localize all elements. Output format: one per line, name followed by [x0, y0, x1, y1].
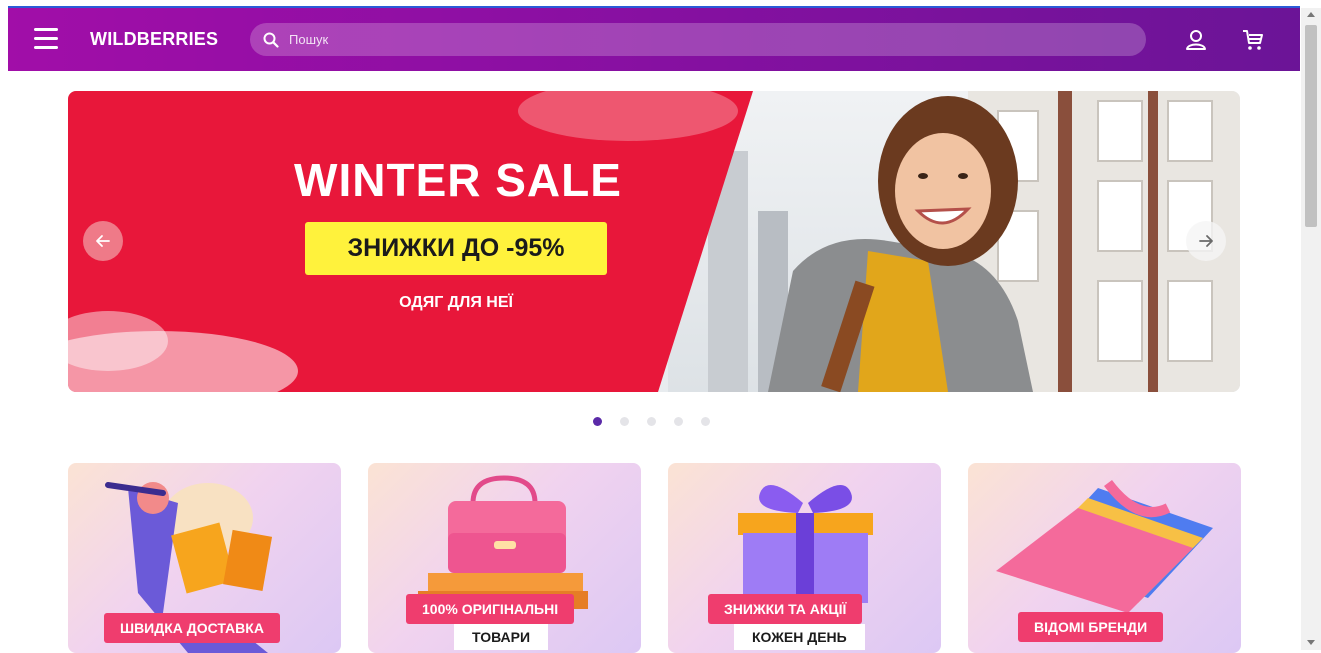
- promo-label: ВІДОМІ БРЕНДИ: [1018, 612, 1164, 642]
- menu-icon[interactable]: [34, 28, 58, 50]
- scroll-up-icon[interactable]: [1307, 12, 1315, 17]
- site-logo[interactable]: WILDBERRIES: [90, 29, 218, 50]
- carousel-dot[interactable]: [593, 417, 602, 426]
- promo-card-discounts[interactable]: ЗНИЖКИ ТА АКЦІЇ КОЖЕН ДЕНЬ: [668, 463, 941, 653]
- banner-next-button[interactable]: [1186, 221, 1226, 261]
- promo-label: 100% ОРИГІНАЛЬНІ: [406, 594, 575, 624]
- search-bar[interactable]: [250, 23, 1146, 56]
- scroll-thumb[interactable]: [1305, 25, 1317, 227]
- carousel-dot[interactable]: [701, 417, 710, 426]
- banner-title: WINTER SALE: [294, 154, 622, 206]
- banner-discount-badge: ЗНИЖКИ ДО -95%: [305, 222, 607, 275]
- top-border: [0, 0, 1321, 8]
- hero-banner[interactable]: WINTER SALE ЗНИЖКИ ДО -95% ОДЯГ ДЛЯ НЕЇ: [68, 91, 1240, 392]
- arrow-left-icon: [96, 235, 110, 247]
- search-input[interactable]: [287, 31, 1131, 48]
- promo-label-secondary: КОЖЕН ДЕНЬ: [734, 624, 865, 650]
- promo-card-fast-delivery[interactable]: ШВИДКА ДОСТАВКА: [68, 463, 341, 653]
- scroll-down-icon[interactable]: [1307, 640, 1315, 645]
- user-icon[interactable]: [1184, 28, 1208, 52]
- carousel-dots: [593, 417, 728, 426]
- carousel-dot[interactable]: [674, 417, 683, 426]
- promo-label: ЗНИЖКИ ТА АКЦІЇ: [708, 594, 863, 624]
- banner-prev-button[interactable]: [83, 221, 123, 261]
- cart-icon[interactable]: [1241, 28, 1265, 52]
- promo-label-secondary: ТОВАРИ: [454, 624, 549, 650]
- banner-illustration: [68, 91, 1240, 392]
- arrow-right-icon: [1199, 235, 1213, 247]
- promo-card-original-goods[interactable]: 100% ОРИГІНАЛЬНІ ТОВАРИ: [368, 463, 641, 653]
- promo-label: ШВИДКА ДОСТАВКА: [104, 613, 280, 643]
- carousel-dot[interactable]: [647, 417, 656, 426]
- search-icon: [263, 32, 279, 48]
- promo-card-brands[interactable]: ВІДОМІ БРЕНДИ: [968, 463, 1241, 653]
- site-header: WILDBERRIES: [8, 8, 1300, 71]
- banner-subtitle: ОДЯГ ДЛЯ НЕЇ: [399, 294, 513, 311]
- page-scrollbar[interactable]: [1301, 8, 1321, 650]
- carousel-dot[interactable]: [620, 417, 629, 426]
